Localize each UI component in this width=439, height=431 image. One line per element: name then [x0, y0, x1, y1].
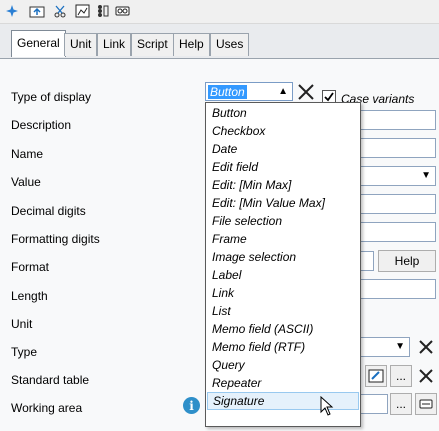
edit-standard-table-button[interactable]	[365, 365, 387, 387]
clear-type-button[interactable]	[415, 336, 437, 358]
dropdown-option[interactable]: Button	[207, 104, 359, 122]
close-icon	[419, 340, 433, 354]
close-icon	[298, 84, 314, 100]
dropdown-option[interactable]: Checkbox	[207, 122, 359, 140]
list-icon[interactable]	[96, 3, 110, 19]
help-button[interactable]: Help	[378, 250, 436, 272]
tab-link[interactable]: Link	[97, 33, 132, 56]
dropdown-option[interactable]: Date	[207, 140, 359, 158]
tab-strip: General Unit Link Script Help Uses	[0, 24, 439, 58]
standard-table-label: Standard table	[11, 373, 90, 387]
folder-upload-icon[interactable]	[28, 3, 46, 19]
browse-working-area-button[interactable]: ...	[390, 393, 412, 415]
dropdown-option[interactable]: Image selection	[207, 248, 359, 266]
tab-script[interactable]: Script	[131, 33, 174, 56]
dropdown-option[interactable]: Edit: [Min Value Max]	[207, 194, 359, 212]
dropdown-arrow-icon: ▲	[278, 86, 288, 97]
edit-icon	[368, 369, 384, 383]
name-label: Name	[11, 147, 44, 161]
selected-value: Button	[208, 85, 247, 99]
value-label: Value	[11, 175, 41, 189]
dropdown-option[interactable]: Edit field	[207, 158, 359, 176]
dropdown-option[interactable]: File selection	[207, 212, 359, 230]
image-edit-icon[interactable]	[74, 3, 90, 19]
working-area-label: Working area	[11, 401, 83, 415]
dropdown-option[interactable]: Frame	[207, 230, 359, 248]
clear-standard-table-button[interactable]	[415, 365, 437, 387]
working-area-options-button[interactable]	[415, 393, 437, 415]
tab-help[interactable]: Help	[173, 33, 210, 56]
unit-label: Unit	[11, 317, 33, 331]
close-icon	[419, 369, 433, 383]
toolbar	[0, 0, 439, 24]
dropdown-option[interactable]: Link	[207, 284, 359, 302]
tape-icon[interactable]	[114, 3, 130, 19]
cut-icon[interactable]	[52, 3, 68, 19]
description-label: Description	[11, 118, 72, 132]
browse-standard-table-button[interactable]: ...	[390, 365, 412, 387]
format-label: Format	[11, 260, 50, 274]
dropdown-option[interactable]: Signature	[207, 392, 359, 410]
type-of-display-select[interactable]: Button ▲	[205, 82, 293, 101]
dropdown-option[interactable]: Memo field (ASCII)	[207, 320, 359, 338]
dropdown-arrow-icon: ▼	[421, 170, 431, 181]
star-icon[interactable]	[4, 3, 20, 19]
tab-unit[interactable]: Unit	[64, 33, 98, 56]
type-of-display-dropdown: Button Checkbox Date Edit field Edit: [Min M…	[205, 102, 361, 427]
dropdown-option[interactable]: Memo field (RTF)	[207, 338, 359, 356]
mouse-cursor-icon	[320, 395, 334, 419]
formatting-digits-label: Formatting digits	[11, 232, 100, 246]
dropdown-option[interactable]: Repeater	[207, 374, 359, 392]
dropdown-arrow-icon: ▼	[395, 341, 405, 352]
tab-uses[interactable]: Uses	[210, 33, 250, 56]
dropdown-option[interactable]: Query	[207, 356, 359, 374]
tape-icon	[419, 399, 433, 409]
tab-general[interactable]: General	[11, 30, 66, 57]
type-of-display-label: Type of display	[11, 90, 92, 104]
type-label: Type	[11, 345, 38, 359]
dropdown-option[interactable]: Edit: [Min Max]	[207, 176, 359, 194]
length-label: Length	[11, 289, 48, 303]
dropdown-option[interactable]: Label	[207, 266, 359, 284]
dropdown-option[interactable]: List	[207, 302, 359, 320]
info-icon[interactable]: i	[183, 397, 200, 414]
decimal-digits-label: Decimal digits	[11, 204, 86, 218]
clear-type-of-display-button[interactable]	[295, 81, 317, 103]
